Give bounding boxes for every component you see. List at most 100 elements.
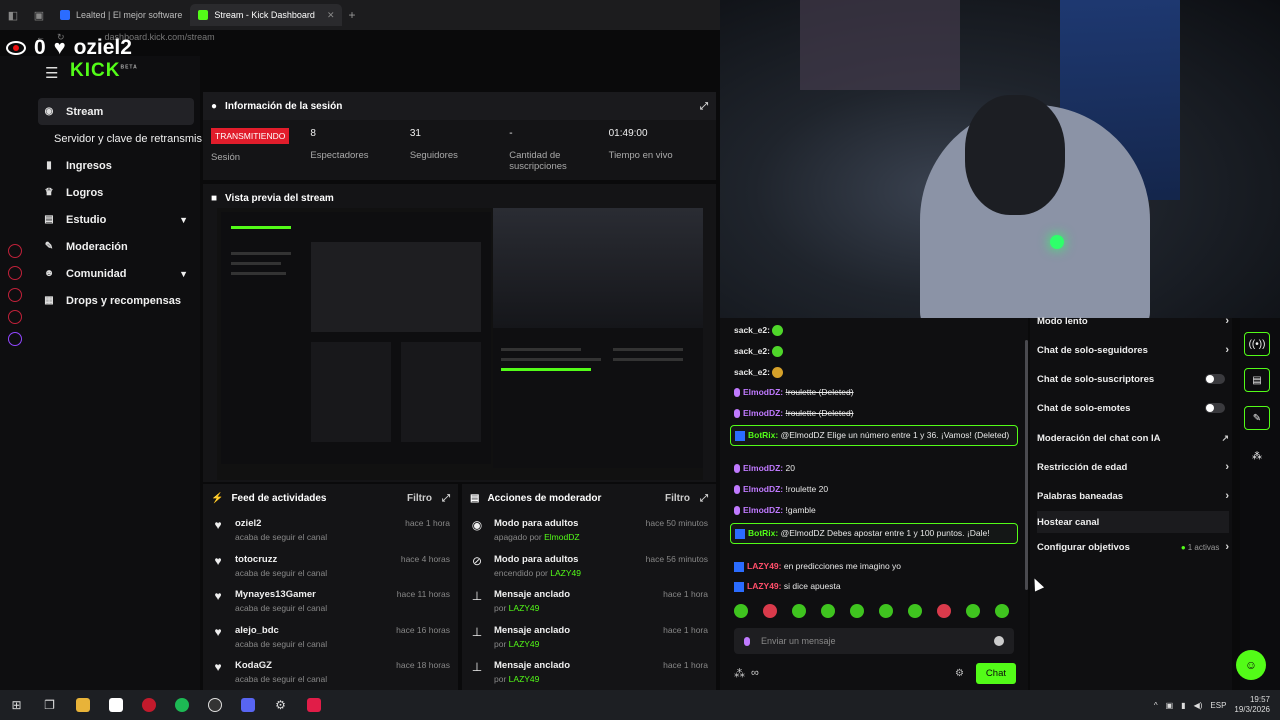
chat-input[interactable]: Enviar un mensaje [734,628,1014,654]
chat-user[interactable]: sack_e2: [734,325,770,335]
chat-user[interactable]: ElmodDZ: [743,408,783,418]
emote-icon[interactable] [937,604,951,618]
sidebar-item-stream[interactable]: ◉ Stream [38,98,194,125]
broadcast-icon[interactable]: ((•)) [1244,332,1270,356]
browser-menu-icon[interactable]: ◧ [0,9,26,22]
rail-icon[interactable] [8,244,22,258]
stream-preview-video[interactable] [217,208,703,480]
setting-goals[interactable]: Configurar objetivos 1 activas › [1037,536,1229,558]
filter-button[interactable]: Filtro [665,493,690,504]
feed-user[interactable]: alejo_bdc [235,625,386,636]
tab-kick-dashboard[interactable]: Stream - Kick Dashboard ✕ [190,4,343,26]
layout-icon[interactable]: ▤ [1244,368,1270,392]
setting-ai-moderation[interactable]: Moderación del chat con IA ↗ [1037,427,1229,449]
feed-user[interactable]: Mynayes13Gamer [235,589,387,600]
mod-action-user[interactable]: LAZY49 [550,568,581,578]
chat-send-button[interactable]: Chat [975,662,1016,684]
start-icon[interactable]: ⊞ [0,690,33,720]
new-tab-button[interactable]: + [348,8,355,22]
points-icon[interactable]: ⁂ [734,667,745,680]
sidebar-item-stream-key[interactable]: Servidor y clave de retransmisión [38,125,202,152]
sidebar-item-logros[interactable]: ♛ Logros [38,179,194,206]
address-bar[interactable]: ← ↻ dashboard.kick.com/stream [36,30,736,44]
expand-icon[interactable]: ⤢ [700,493,708,504]
mod-action-user[interactable]: LAZY49 [509,674,540,684]
spotify-icon[interactable] [165,690,198,720]
feed-user[interactable]: totocruzz [235,554,391,565]
chat-user[interactable]: LAZY49: [747,561,781,571]
emote-icon[interactable] [850,604,864,618]
emote-icon[interactable] [966,604,980,618]
hamburger-menu-icon[interactable]: ☰ [45,64,58,82]
language-label[interactable]: ESP [1210,701,1226,710]
chat-user[interactable]: ElmodDZ: [743,484,783,494]
emote-icon[interactable] [734,604,748,618]
mod-action-user[interactable]: ElmodDZ [544,532,579,542]
feed-user[interactable]: oziel2 [235,518,395,529]
chat-user[interactable]: sack_e2: [734,346,770,356]
network-icon[interactable]: ▣ [1166,701,1174,710]
emote-icon[interactable] [908,604,922,618]
sidebar-item-drops[interactable]: ▦ Drops y recompensas [38,287,194,314]
filter-button[interactable]: Filtro [407,493,432,504]
chat-scrollbar[interactable] [1025,340,1028,590]
emote-icon[interactable] [821,604,835,618]
points-icon[interactable]: ⁂ [1244,444,1270,468]
workspaces-icon[interactable]: ▣ [26,9,52,22]
setting-banned-words[interactable]: Palabras baneadas › [1037,485,1229,507]
setting-age-restriction[interactable]: Restricción de edad › [1037,456,1229,478]
chat-user[interactable]: BotRix: [748,430,778,440]
emote-icon[interactable] [763,604,777,618]
kick-logo[interactable]: KICKBETA [70,60,138,82]
rail-icon[interactable] [8,266,22,280]
setting-host-channel[interactable]: Hostear canal [1037,511,1229,533]
chat-user[interactable]: LAZY49: [747,581,781,591]
expand-icon[interactable]: ⤢ [442,493,450,504]
mod-action-user[interactable]: LAZY49 [509,603,540,613]
chat-user[interactable]: sack_e2: [734,367,770,377]
opera-icon[interactable] [132,690,165,720]
help-chat-icon[interactable]: ☺ [1236,650,1266,680]
twitch-icon[interactable] [8,332,22,346]
close-tab-icon[interactable]: ✕ [327,10,335,21]
chat-user[interactable]: ElmodDZ: [743,387,783,397]
chat-user[interactable]: BotRix: [748,528,778,538]
clock[interactable]: 19:57 19/3/2026 [1234,695,1270,715]
task-view-icon[interactable]: ❐ [33,690,66,720]
rail-icon[interactable] [8,310,22,324]
sidebar-item-moderacion[interactable]: ✎ Moderación [38,233,194,260]
pin-icon: ⊥ [471,624,483,639]
sidebar-item-estudio[interactable]: ▤ Estudio ▼ [38,206,194,233]
system-tray: ^ ▣ ▮ ◀) ESP 19:57 19/3/2026 [1154,695,1280,715]
setting-followers-only[interactable]: Chat de solo-seguidores › [1037,339,1229,361]
volume-icon[interactable]: ◀) [1194,701,1203,710]
setting-emotes-only[interactable]: Chat de solo-emotes [1037,397,1229,419]
emote-icon[interactable] [879,604,893,618]
rail-icon[interactable] [8,288,22,302]
app-icon[interactable] [297,690,330,720]
setting-slow-mode[interactable]: Modo lento › [1037,310,1229,332]
mod-action-user[interactable]: LAZY49 [509,639,540,649]
toggle-switch[interactable] [1205,403,1225,413]
obs-icon[interactable] [198,690,231,720]
sidebar-item-comunidad[interactable]: ☻ Comunidad ▼ [38,260,194,287]
chat-user[interactable]: ElmodDZ: [743,505,783,515]
emote-icon[interactable] [995,604,1009,618]
emote-icon[interactable] [792,604,806,618]
tab-lealted[interactable]: Lealted | El mejor software [52,4,190,26]
tray-chevron-icon[interactable]: ^ [1154,701,1158,710]
discord-icon[interactable] [231,690,264,720]
settings-icon[interactable]: ⚙ [264,690,297,720]
wrench-icon[interactable]: ✎ [1244,406,1270,430]
expand-icon[interactable]: ⤢ [700,101,708,112]
file-explorer-icon[interactable] [66,690,99,720]
chat-user[interactable]: ElmodDZ: [743,463,783,473]
store-icon[interactable] [99,690,132,720]
toggle-switch[interactable] [1205,374,1225,384]
emoji-picker-icon[interactable] [994,636,1004,646]
sidebar-item-ingresos[interactable]: ▮ Ingresos [38,152,194,179]
setting-subs-only[interactable]: Chat de solo-suscriptores [1037,368,1229,390]
gear-icon[interactable]: ⚙ [955,668,964,679]
feed-user[interactable]: KodaGZ [235,660,386,671]
mic-tray-icon[interactable]: ▮ [1181,701,1185,710]
